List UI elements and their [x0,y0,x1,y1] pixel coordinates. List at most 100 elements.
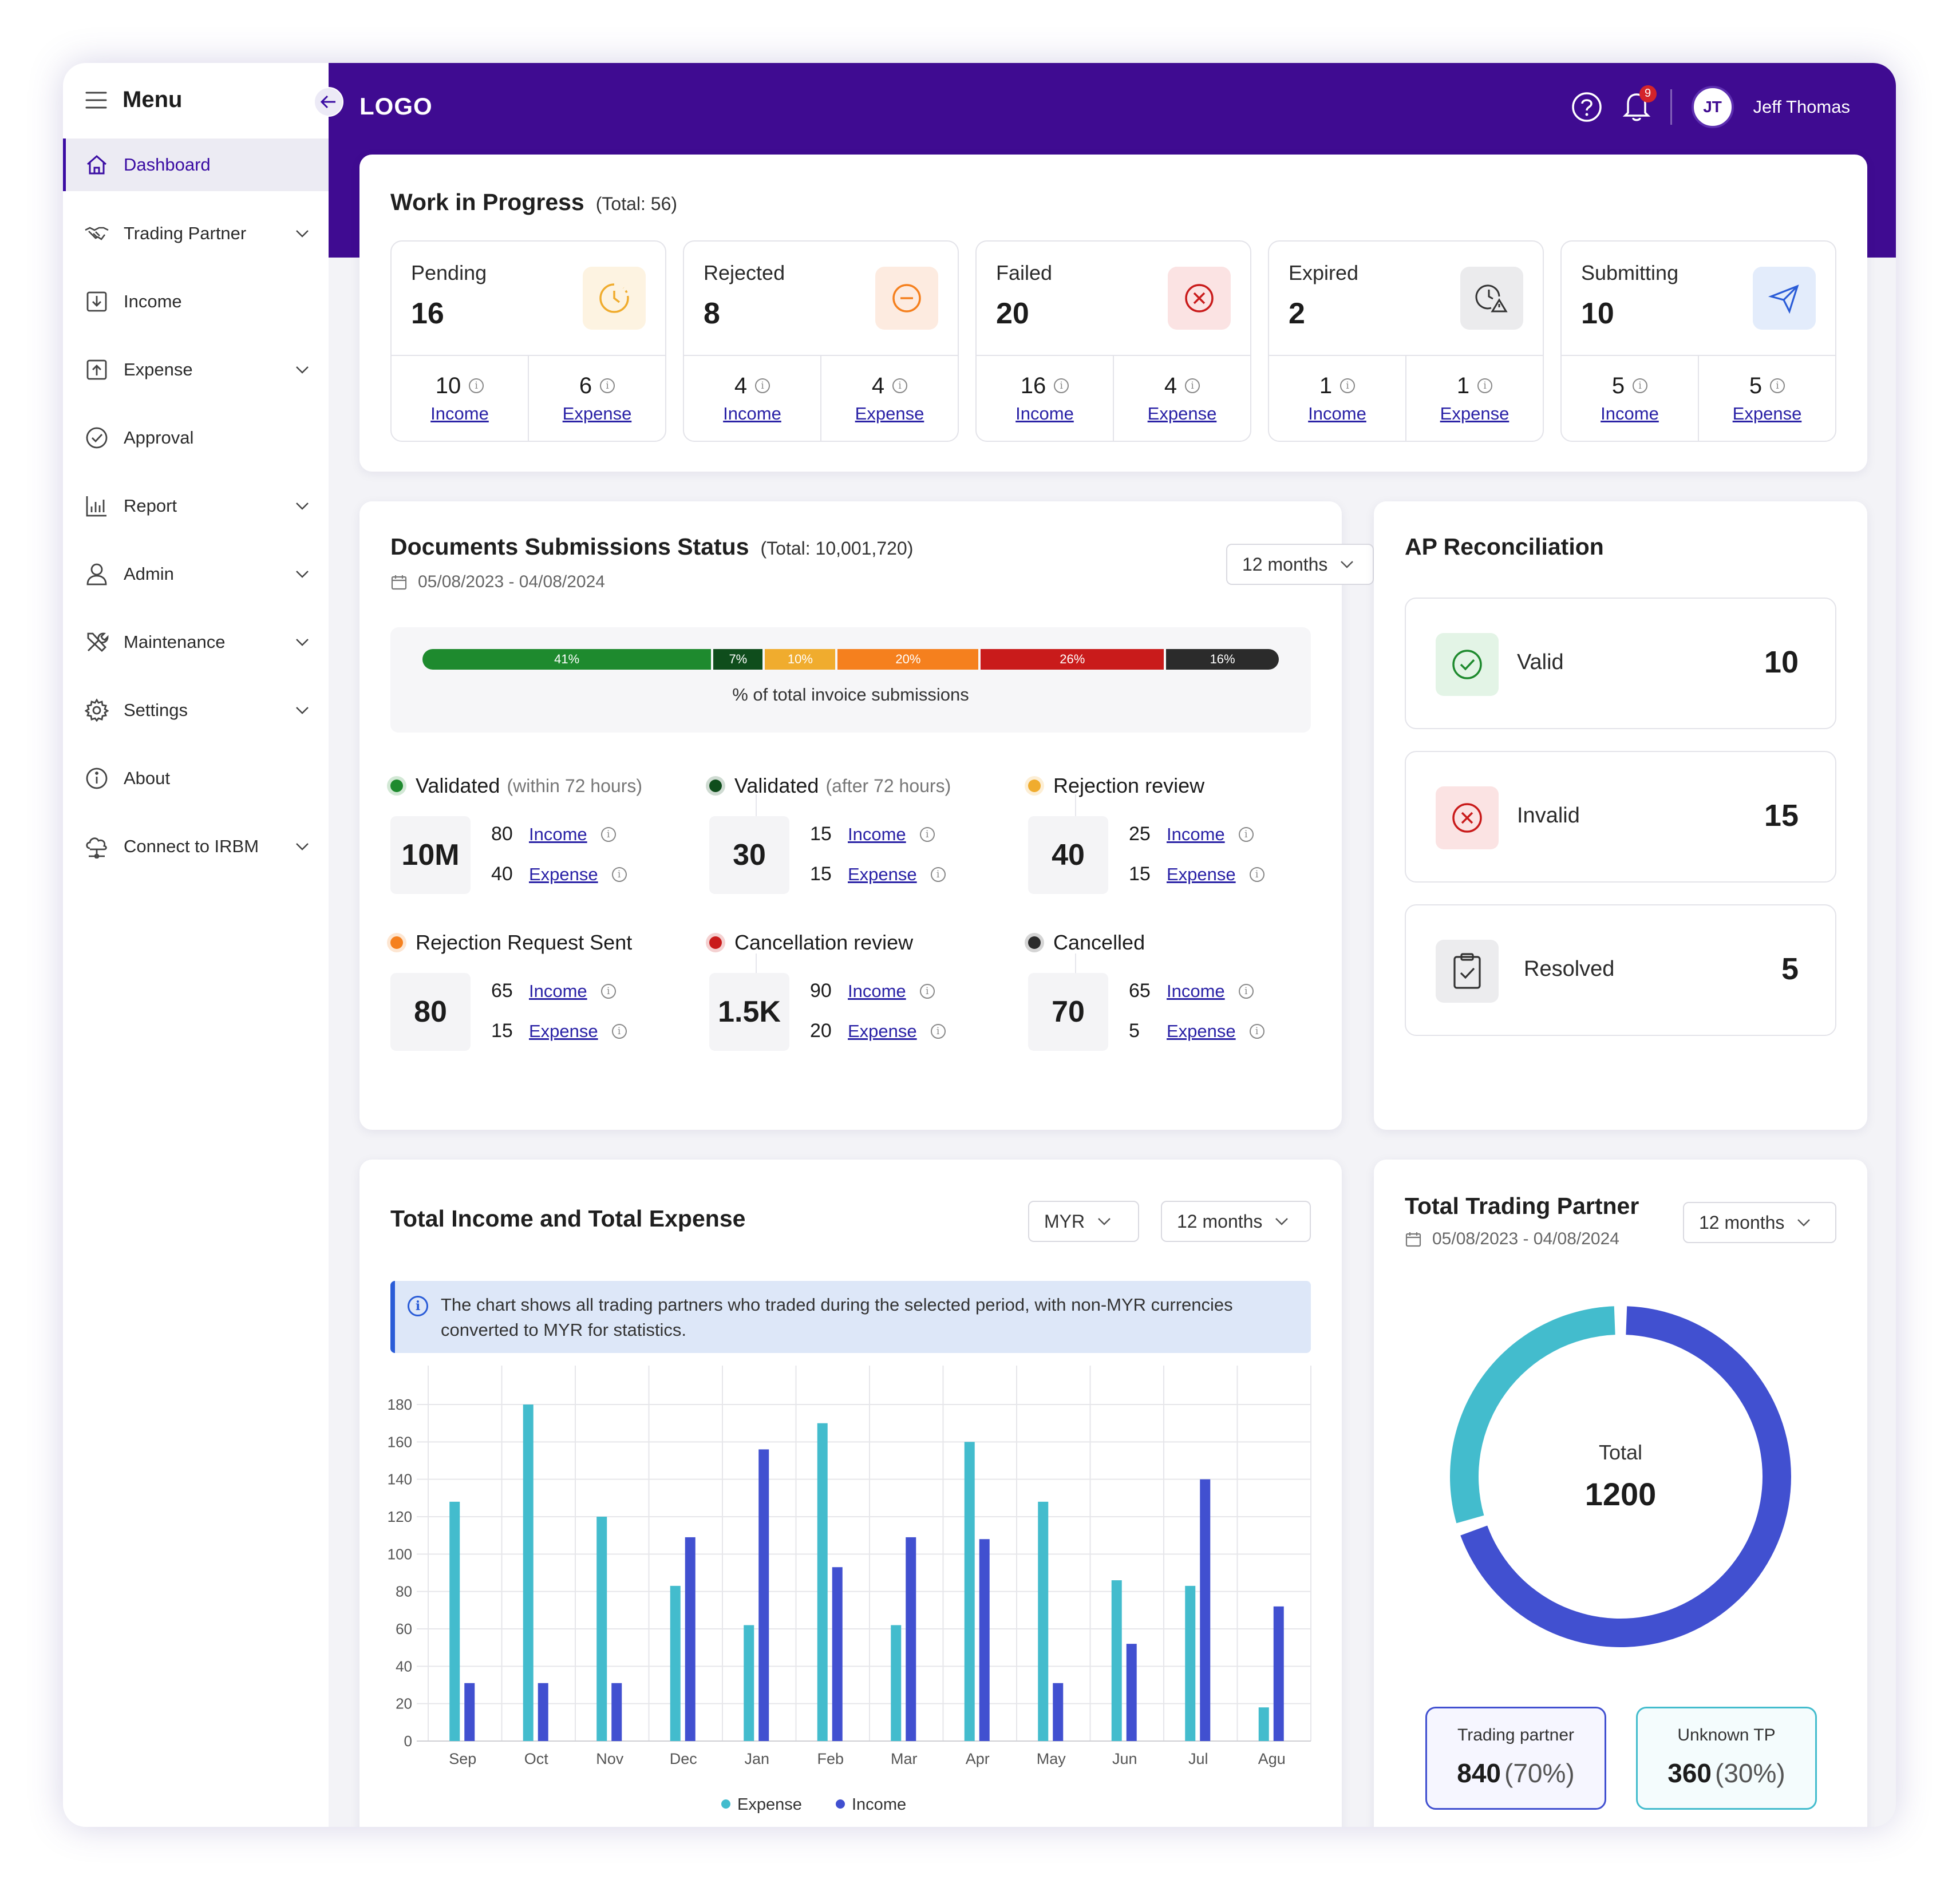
wip-card-pending[interactable]: Pending 16 10 i Income 6 i Expense [390,240,666,442]
bar-segment[interactable]: 16% [1166,649,1279,670]
info-icon[interactable]: i [1054,378,1069,393]
info-icon[interactable]: i [1185,378,1200,393]
sidebar-item-dashboard[interactable]: Dashboard [63,139,329,191]
expense-bar[interactable] [1038,1501,1049,1741]
expense-link[interactable]: Expense [855,403,924,424]
income-bar[interactable] [685,1537,696,1741]
expense-link[interactable]: Expense [1440,403,1509,424]
info-icon[interactable]: i [1238,983,1254,999]
income-bar[interactable] [979,1539,990,1741]
collapse-sidebar-button[interactable] [314,87,343,117]
legend-trading-partner[interactable]: Trading partner 840 (70%) [1425,1707,1606,1810]
expense-link[interactable]: Expense [1167,1021,1236,1042]
chevron-down-icon[interactable] [295,502,309,510]
info-icon[interactable]: i [1340,378,1356,393]
info-icon[interactable]: i [1770,378,1785,393]
expense-link[interactable]: Expense [848,864,917,885]
income-bar[interactable] [1126,1644,1137,1741]
ap-item-invalid[interactable]: Invalid 15 [1405,751,1836,883]
legend-unknown-tp[interactable]: Unknown TP 360 (30%) [1636,1707,1817,1810]
chevron-down-icon[interactable] [295,638,309,646]
info-icon[interactable]: i [930,867,946,882]
expense-bar[interactable] [964,1442,975,1741]
sidebar-item-income[interactable]: Income [63,267,329,335]
hamburger-icon[interactable] [85,90,108,110]
sidebar-item-settings[interactable]: Settings [63,676,329,744]
notifications-button[interactable]: 9 [1622,85,1657,125]
expense-bar[interactable] [1185,1585,1196,1741]
income-bar[interactable] [538,1683,548,1741]
bar-segment[interactable]: 26% [981,649,1164,670]
income-bar[interactable] [1273,1606,1284,1741]
sidebar-item-approval[interactable]: Approval [63,403,329,472]
sidebar-item-maintenance[interactable]: Maintenance [63,608,329,676]
sidebar-item-about[interactable]: About [63,744,329,812]
expense-bar[interactable] [670,1585,681,1741]
logo[interactable]: LOGO [359,93,433,120]
info-icon[interactable]: i [611,1023,627,1039]
income-link[interactable]: Income [1308,403,1366,424]
income-link[interactable]: Income [723,403,781,424]
sidebar-item-report[interactable]: Report [63,472,329,540]
expense-bar[interactable] [1258,1707,1269,1741]
info-icon[interactable]: i [1238,826,1254,842]
income-bar[interactable] [611,1683,622,1741]
expense-link[interactable]: Expense [529,1021,598,1042]
bar-segment[interactable]: 10% [765,649,836,670]
income-link[interactable]: Income [848,981,906,1002]
info-icon[interactable]: i [600,378,615,393]
info-icon[interactable]: i [1249,1023,1264,1039]
income-bar[interactable] [1200,1479,1211,1741]
chevron-down-icon[interactable] [295,706,309,714]
period-select[interactable]: 12 months [1161,1201,1311,1242]
income-bar[interactable] [758,1449,769,1741]
info-icon[interactable]: i [919,826,935,842]
expense-link[interactable]: Expense [1148,403,1217,424]
info-icon[interactable]: i [755,378,770,393]
info-icon[interactable]: i [1477,378,1493,393]
expense-bar[interactable] [596,1517,607,1741]
wip-card-submitting[interactable]: Submitting 10 5 i Income 5 i Expense [1560,240,1836,442]
income-link[interactable]: Income [529,824,587,845]
expense-bar[interactable] [744,1625,754,1741]
chevron-down-icon[interactable] [295,230,309,238]
info-icon[interactable]: i [930,1023,946,1039]
expense-bar[interactable] [523,1405,534,1741]
expense-link[interactable]: Expense [848,1021,917,1042]
currency-select[interactable]: MYR [1028,1201,1139,1242]
info-icon[interactable]: i [600,826,616,842]
bar-segment[interactable]: 7% [713,649,763,670]
sidebar-item-trading-partner[interactable]: Trading Partner [63,199,329,267]
income-bar[interactable] [464,1683,475,1741]
sidebar-item-admin[interactable]: Admin [63,540,329,608]
ap-item-valid[interactable]: Valid 10 [1405,598,1836,729]
expense-bar[interactable] [817,1423,828,1741]
info-icon[interactable]: i [919,983,935,999]
sidebar-item-connect-irbm[interactable]: Connect to IRBM [63,812,329,880]
expense-link[interactable]: Expense [1167,864,1236,885]
wip-card-expired[interactable]: Expired 2 1 i Income 1 i Expense [1268,240,1544,442]
chevron-down-icon[interactable] [295,842,309,850]
income-bar[interactable] [1053,1683,1064,1741]
user-name[interactable]: Jeff Thomas [1753,97,1850,117]
info-icon[interactable]: i [1633,378,1648,393]
info-icon[interactable]: i [600,983,616,999]
expense-bar[interactable] [1111,1580,1122,1741]
income-link[interactable]: Income [1015,403,1074,424]
wip-card-rejected[interactable]: Rejected 8 4 i Income 4 i Expense [683,240,959,442]
expense-link[interactable]: Expense [1733,403,1802,424]
avatar[interactable]: JT [1691,86,1734,128]
info-icon[interactable]: i [1249,867,1264,882]
menu-header[interactable]: Menu [85,87,182,113]
income-link[interactable]: Income [529,981,587,1002]
ap-item-resolved[interactable]: Resolved 5 [1405,904,1836,1036]
income-bar[interactable] [906,1537,916,1741]
income-link[interactable]: Income [430,403,489,424]
help-icon[interactable] [1571,91,1603,123]
info-icon[interactable]: i [611,867,627,882]
info-icon[interactable]: i [892,378,908,393]
chevron-down-icon[interactable] [295,366,309,374]
sidebar-item-expense[interactable]: Expense [63,335,329,403]
chevron-down-icon[interactable] [295,570,309,578]
expense-bar[interactable] [449,1501,460,1741]
